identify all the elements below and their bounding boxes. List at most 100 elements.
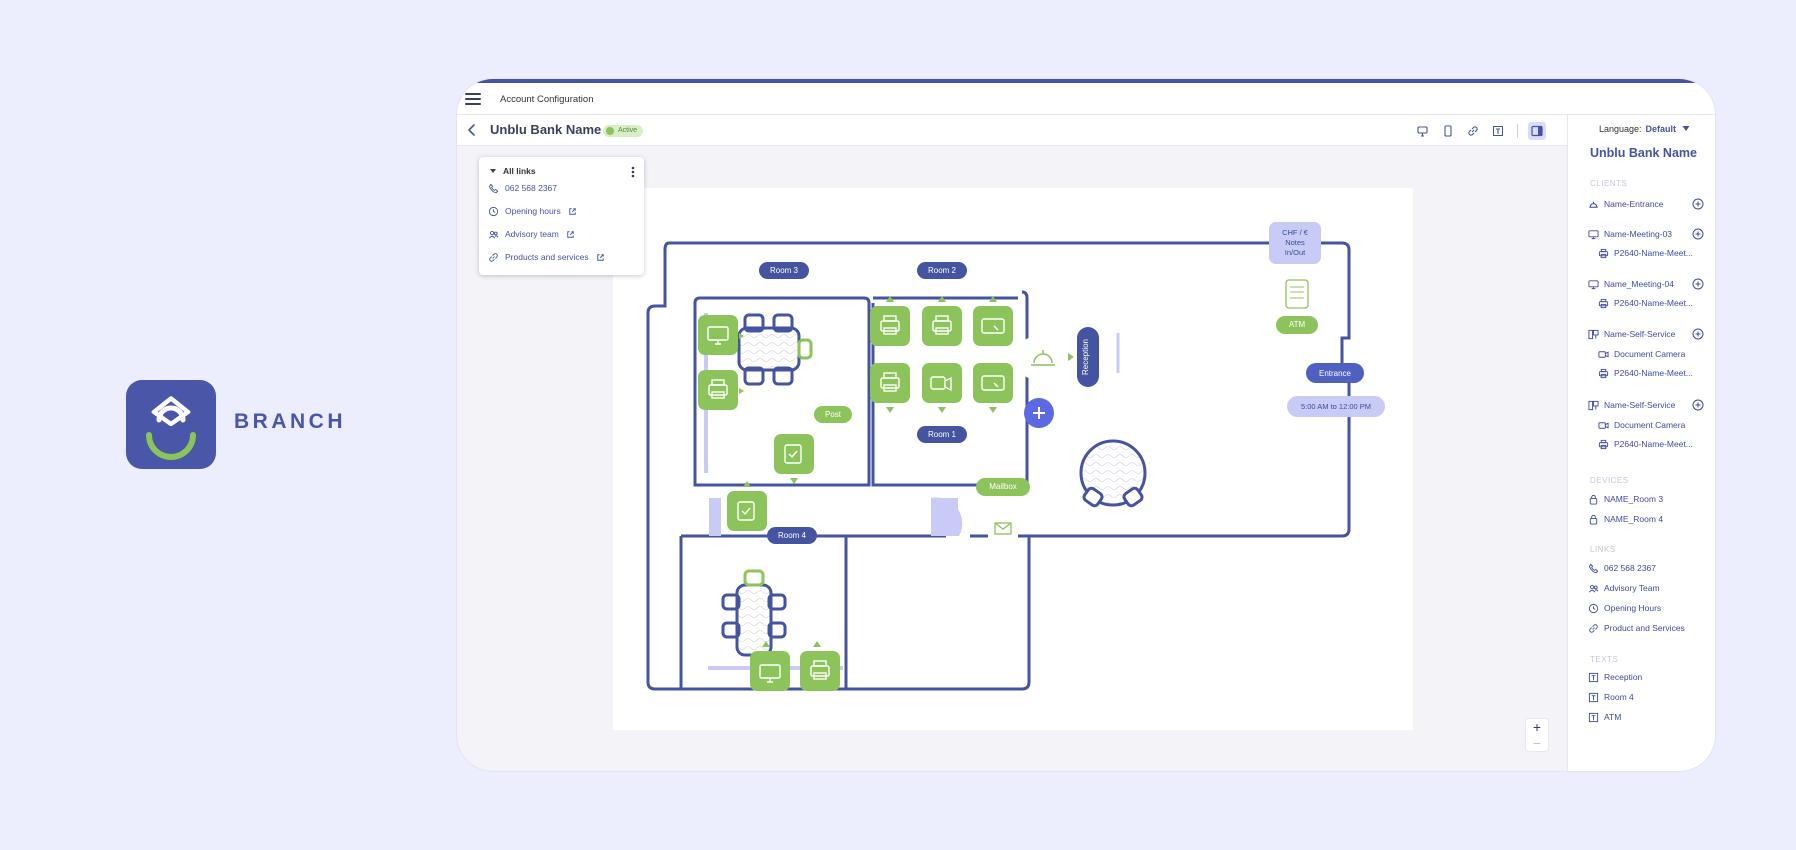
text-reception[interactable]: Reception	[1588, 670, 1642, 684]
links-popover-title: All links	[503, 166, 536, 176]
post-label: Post	[825, 410, 842, 419]
language-selector[interactable]: Language: Default	[1599, 124, 1690, 134]
client-sub-camera[interactable]: Document Camera	[1598, 418, 1685, 432]
entrance-label: Entrance	[1319, 369, 1352, 378]
client-label: P2640-Name-Meet...	[1614, 368, 1693, 378]
client-name-self-service-2[interactable]: Name-Self-Service	[1588, 398, 1675, 412]
monitor-icon	[1588, 279, 1599, 289]
links-popover-toggle[interactable]: All links	[489, 166, 536, 176]
mailbox-label: Mailbox	[989, 482, 1017, 491]
client-label: Name-Self-Service	[1604, 400, 1676, 410]
link-products-services[interactable]: Products and services	[488, 250, 606, 264]
kiosk-icon	[1588, 400, 1599, 410]
camera-icon	[1598, 421, 1609, 429]
zoom-in-button[interactable]: +	[1526, 719, 1548, 735]
link-advisory-team-label: Advisory team	[505, 229, 559, 239]
add-circle-icon[interactable]	[1692, 228, 1704, 240]
text-icon	[1493, 126, 1503, 136]
section-clients: CLIENTS	[1590, 179, 1628, 188]
client-toolbar-button[interactable]	[1414, 122, 1432, 140]
external-link-icon	[596, 253, 604, 261]
chf-label-line2: Notes	[1285, 238, 1305, 247]
brand-name: BRANCH	[234, 410, 346, 433]
link-opening-hours[interactable]: Opening hours	[488, 204, 578, 218]
client-sub-printer[interactable]: P2640-Name-Meet...	[1598, 296, 1693, 310]
client-label: Document Camera	[1614, 420, 1686, 430]
zoom-out-button[interactable]: −	[1526, 735, 1548, 751]
add-circle-icon[interactable]	[1692, 198, 1704, 210]
language-value: Default	[1645, 124, 1677, 134]
app-window: Account Configuration Unblu Bank Name Ac…	[457, 79, 1715, 771]
opening-hours-label: 5:00 AM to 12:00 PM	[1301, 402, 1371, 411]
client-name-entrance[interactable]: Name-Entrance	[1588, 197, 1664, 211]
panel-title: Unblu Bank Name	[1590, 146, 1697, 160]
panel-link-phone[interactable]: 062 568 2367	[1588, 561, 1656, 575]
device-name-room-3[interactable]: NAME_Room 3	[1588, 492, 1663, 506]
more-options-icon[interactable]	[629, 165, 637, 179]
link-phone-label: 062 568 2367	[505, 183, 557, 193]
device-icon	[1444, 125, 1452, 137]
link-phone[interactable]: 062 568 2367	[488, 181, 557, 195]
section-links: LINKS	[1590, 545, 1616, 554]
printer-icon	[1598, 298, 1609, 308]
section-devices: DEVICES	[1590, 476, 1629, 485]
link-opening-hours-label: Opening hours	[505, 206, 561, 216]
floorplan-canvas[interactable]: Room 3 Room 2 Room 1 Room 4 Post Recepti…	[613, 188, 1413, 730]
client-sub-printer[interactable]: P2640-Name-Meet...	[1598, 437, 1693, 451]
text-room-4[interactable]: Room 4	[1588, 690, 1634, 704]
link-advisory-team[interactable]: Advisory team	[488, 227, 576, 241]
device-label: NAME_Room 4	[1604, 514, 1664, 524]
text-label: Reception	[1604, 672, 1643, 682]
caret-down-icon	[490, 169, 496, 173]
add-circle-icon[interactable]	[1692, 399, 1704, 411]
page-header: Unblu Bank Name Active	[457, 115, 1567, 146]
client-label: P2640-Name-Meet...	[1614, 298, 1693, 308]
status-badge: Active	[603, 125, 644, 137]
add-circle-icon[interactable]	[1692, 328, 1704, 340]
external-link-icon	[569, 207, 576, 215]
phone-icon	[488, 183, 499, 193]
clock-icon	[488, 206, 499, 216]
text-icon	[1588, 692, 1599, 702]
reception-label: Reception	[1081, 339, 1090, 375]
client-name-self-service-1[interactable]: Name-Self-Service	[1588, 327, 1675, 341]
text-label: ATM	[1604, 712, 1622, 722]
link-label: Advisory Team	[1604, 583, 1660, 593]
sidebar-panel-icon	[1531, 125, 1543, 137]
back-arrow-icon[interactable]	[466, 124, 478, 136]
toggle-panel-button[interactable]	[1528, 122, 1546, 140]
panel-link-advisory-team[interactable]: Advisory Team	[1588, 581, 1660, 595]
right-panel: Language: Default Unblu Bank Name CLIENTS…	[1567, 115, 1715, 771]
text-atm[interactable]: ATM	[1588, 710, 1621, 724]
client-label: Name_Meeting-04	[1604, 279, 1674, 289]
chf-label-line1: CHF / €	[1282, 228, 1309, 237]
device-toolbar-button[interactable]	[1439, 122, 1457, 140]
monitor-icon	[1588, 229, 1599, 239]
link-icon	[489, 252, 498, 262]
bell-icon	[1589, 201, 1598, 208]
printer-icon	[1598, 439, 1609, 449]
client-name-meeting-04[interactable]: Name_Meeting-04	[1588, 277, 1674, 291]
client-sub-printer[interactable]: P2640-Name-Meet...	[1598, 366, 1693, 380]
client-name-meeting-03[interactable]: Name-Meeting-03	[1588, 227, 1672, 241]
link-label: Product and Services	[1604, 623, 1685, 633]
link-toolbar-button[interactable]	[1464, 122, 1482, 140]
add-circle-icon[interactable]	[1692, 278, 1704, 290]
people-icon	[489, 230, 499, 238]
panel-link-products[interactable]: Product and Services	[1588, 621, 1685, 635]
client-label: P2640-Name-Meet...	[1614, 248, 1693, 258]
clock-icon	[1588, 603, 1599, 613]
client-sub-camera[interactable]: Document Camera	[1598, 347, 1685, 361]
client-label: Name-Meeting-03	[1604, 229, 1673, 239]
room-4-label: Room 4	[778, 531, 807, 540]
camera-icon	[1598, 350, 1609, 358]
text-toolbar-button[interactable]	[1489, 122, 1507, 140]
panel-link-opening-hours[interactable]: Opening Hours	[1588, 601, 1661, 615]
toolbar-separator	[1517, 124, 1518, 138]
device-name-room-4[interactable]: NAME_Room 4	[1588, 512, 1663, 526]
canvas-toolbar	[1414, 122, 1546, 140]
hamburger-menu-icon[interactable]	[465, 93, 481, 107]
page-background: BRANCH Account Configuration Unblu Bank …	[0, 0, 1796, 850]
client-sub-printer[interactable]: P2640-Name-Meet...	[1598, 246, 1693, 260]
monitor-plus-icon	[1417, 126, 1428, 137]
